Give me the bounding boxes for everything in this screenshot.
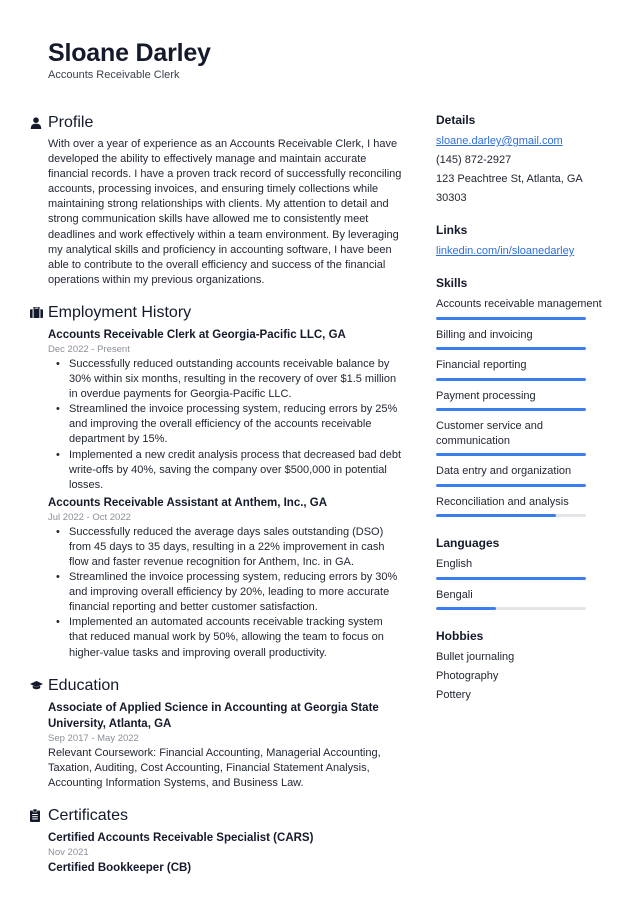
languages-section: Languages English Bengali bbox=[436, 535, 606, 610]
job-dates: Jul 2022 - Oct 2022 bbox=[48, 511, 131, 523]
job-title: Accounts Receivable Clerk at Georgia-Pac… bbox=[48, 328, 346, 341]
skill-item-level-bar bbox=[436, 316, 586, 320]
language-item-label: English bbox=[436, 558, 473, 570]
skill-item: Customer service and communication bbox=[436, 417, 606, 456]
user-icon bbox=[30, 117, 48, 129]
skill-item-level-bar bbox=[436, 514, 586, 517]
sidebar: Details sloane.darley@gmail.com (145) 87… bbox=[436, 112, 606, 719]
skill-item-label: Billing and invoicing bbox=[436, 328, 533, 341]
job-title: Accounts Receivable Assistant at Anthem,… bbox=[48, 496, 328, 509]
language-item-label: Bengali bbox=[436, 588, 473, 601]
details-section: Details sloane.darley@gmail.com (145) 87… bbox=[436, 112, 606, 208]
job-entry: Accounts Receivable Assistant at Anthem,… bbox=[48, 495, 402, 661]
languages-heading: Languages bbox=[436, 536, 500, 550]
profile-summary: With over a year of experience as an Acc… bbox=[48, 138, 402, 286]
hobbies-heading: Hobbies bbox=[436, 629, 484, 643]
skill-item: Accounts receivable management bbox=[436, 295, 606, 320]
education-entry: Associate of Applied Science in Accounti… bbox=[48, 700, 402, 791]
language-item-level-fill bbox=[436, 607, 496, 610]
language-item: English bbox=[436, 555, 606, 580]
hobby-item: Pottery bbox=[436, 689, 471, 701]
certificates-section: Certificates Certified Accounts Receivab… bbox=[30, 805, 402, 876]
education-dates: Sep 2017 - May 2022 bbox=[48, 732, 139, 744]
phone-number: (145) 872-2927 bbox=[436, 154, 512, 166]
skill-item-label: Accounts receivable management bbox=[436, 298, 602, 310]
skill-item-level-bar bbox=[436, 347, 586, 350]
hobbies-section: Hobbies Bullet journaling Photography Po… bbox=[436, 628, 606, 705]
resume-header: Sloane Darley Accounts Receivable Clerk bbox=[48, 38, 211, 82]
skill-item-level-bar bbox=[436, 377, 586, 381]
briefcase-icon bbox=[30, 307, 48, 319]
language-item-level-bar bbox=[436, 576, 586, 580]
job-bullet: Streamlined the invoice processing syste… bbox=[56, 402, 402, 447]
job-bullet: Successfully reduced the average days sa… bbox=[56, 525, 402, 570]
skill-item-level-bar bbox=[436, 408, 586, 411]
hobby-item: Bullet journaling bbox=[436, 651, 515, 663]
skill-item: Payment processing bbox=[436, 387, 606, 411]
skill-item: Financial reporting bbox=[436, 356, 606, 381]
job-bullet: Implemented a new credit analysis proces… bbox=[56, 448, 402, 493]
certificate-entry: Certified Accounts Receivable Specialist… bbox=[48, 830, 402, 860]
employment-heading: Employment History bbox=[48, 303, 192, 321]
skill-item-label: Customer service and communication bbox=[436, 420, 543, 447]
education-heading: Education bbox=[48, 676, 120, 694]
skill-item-level-fill bbox=[436, 453, 586, 456]
skill-item-label: Reconciliation and analysis bbox=[436, 495, 569, 508]
skill-item-label: Financial reporting bbox=[436, 359, 527, 371]
job-bullets: Successfully reduced outstanding account… bbox=[48, 357, 402, 493]
skill-item-level-bar bbox=[436, 453, 586, 456]
links-heading: Links bbox=[436, 223, 468, 237]
language-item-level-fill bbox=[436, 576, 586, 580]
language-item-level-bar bbox=[436, 607, 586, 610]
skill-item-level-fill bbox=[436, 377, 586, 381]
skills-heading: Skills bbox=[436, 276, 468, 290]
main-column: Profile With over a year of experience a… bbox=[30, 112, 402, 890]
clipboard-icon bbox=[30, 809, 48, 823]
skill-item-level-fill bbox=[436, 316, 586, 320]
skill-item-level-bar bbox=[436, 483, 586, 487]
skill-item-label: Data entry and organization bbox=[436, 465, 572, 477]
job-bullet: Successfully reduced outstanding account… bbox=[56, 357, 402, 402]
skill-item: Billing and invoicing bbox=[436, 326, 606, 350]
skill-item-level-fill bbox=[436, 408, 586, 411]
skill-item-label: Payment processing bbox=[436, 389, 536, 402]
profile-section: Profile With over a year of experience a… bbox=[30, 112, 402, 288]
employment-section: Employment History Accounts Receivable C… bbox=[30, 302, 402, 661]
job-bullet: Implemented an automated accounts receiv… bbox=[56, 615, 402, 660]
certificates-heading: Certificates bbox=[48, 806, 129, 824]
job-bullets: Successfully reduced the average days sa… bbox=[48, 525, 402, 661]
certificate-title: Certified Bookkeeper (CB) bbox=[48, 861, 192, 874]
certificate-entry: Certified Bookkeeper (CB) bbox=[48, 860, 402, 876]
email-link[interactable]: sloane.darley@gmail.com bbox=[436, 135, 563, 147]
degree-title: Associate of Applied Science in Accounti… bbox=[48, 701, 379, 730]
job-entry: Accounts Receivable Clerk at Georgia-Pac… bbox=[48, 327, 402, 493]
skill-item-level-fill bbox=[436, 514, 556, 517]
details-heading: Details bbox=[436, 113, 476, 127]
candidate-title: Accounts Receivable Clerk bbox=[48, 69, 180, 81]
graduation-cap-icon bbox=[30, 681, 48, 690]
certificate-title: Certified Accounts Receivable Specialist… bbox=[48, 831, 314, 844]
certificate-date: Nov 2021 bbox=[48, 846, 89, 858]
skill-item: Reconciliation and analysis bbox=[436, 493, 606, 517]
linkedin-link[interactable]: linkedin.com/in/sloanedarley bbox=[436, 245, 574, 257]
candidate-name: Sloane Darley bbox=[48, 39, 211, 67]
job-dates: Dec 2022 - Present bbox=[48, 343, 130, 355]
links-section: Links linkedin.com/in/sloanedarley bbox=[436, 222, 606, 261]
hobby-item: Photography bbox=[436, 670, 499, 682]
skill-item: Data entry and organization bbox=[436, 462, 606, 487]
job-bullet: Streamlined the invoice processing syste… bbox=[56, 570, 402, 615]
education-description: Relevant Coursework: Financial Accountin… bbox=[48, 746, 381, 789]
language-item: Bengali bbox=[436, 586, 606, 610]
address: 123 Peachtree St, Atlanta, GA 30303 bbox=[436, 173, 583, 204]
skill-item-level-fill bbox=[436, 483, 586, 487]
skills-section: Skills Accounts receivable management Bil… bbox=[436, 275, 606, 517]
skill-item-level-fill bbox=[436, 347, 586, 350]
profile-heading: Profile bbox=[48, 114, 94, 131]
education-section: Education Associate of Applied Science i… bbox=[30, 675, 402, 791]
